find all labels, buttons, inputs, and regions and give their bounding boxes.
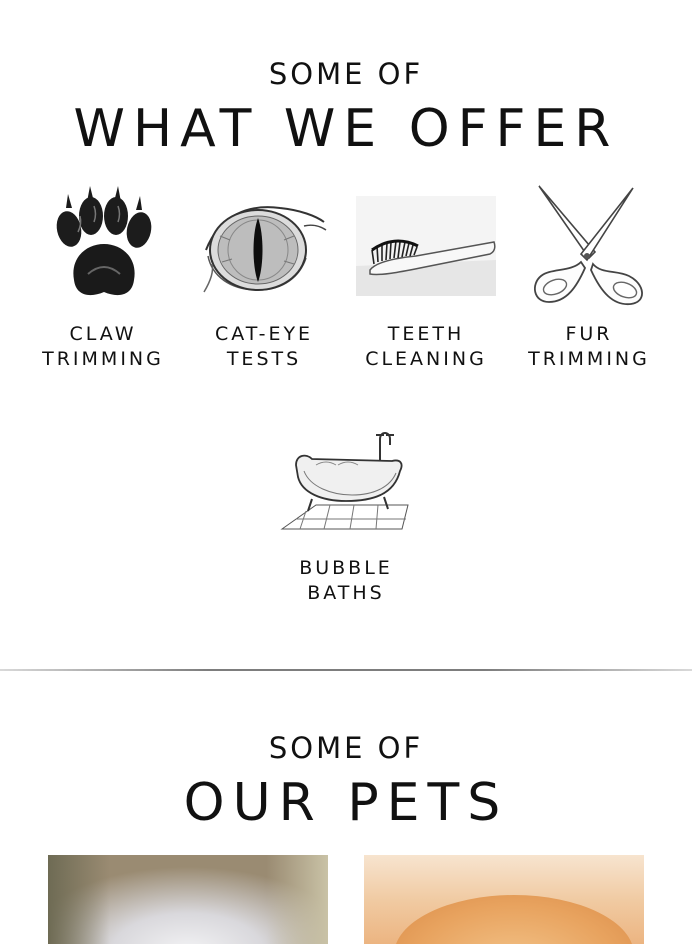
service-cat-eye-tests: CAT-EYE TESTS [184,182,344,372]
pets-kicker: SOME OF [268,731,424,765]
pets-heading: SOME OF OUR PETS [0,731,692,833]
offer-kicker: SOME OF [268,57,424,91]
service-bubble-baths: BUBBLE BATHS [266,416,426,606]
offer-heading: SOME OF WHAT WE OFFER [0,57,692,159]
service-claw-trimming: CLAW TRIMMING [23,182,183,372]
service-label: TEETH CLEANING [365,323,487,370]
pet-photo-orange-cat [364,855,644,944]
offer-title: WHAT WE OFFER [73,99,619,159]
pet-photo-white-kitten [48,855,328,944]
bathtub-icon [276,416,416,544]
service-label: CLAW TRIMMING [42,323,164,370]
section-divider [0,669,692,671]
service-label: FUR TRIMMING [528,323,650,370]
service-label: CAT-EYE TESTS [214,323,314,370]
scissors-icon [519,182,659,310]
service-label: BUBBLE BATHS [299,557,393,604]
toothbrush-icon [356,182,496,310]
cat-eye-icon [194,182,334,310]
service-teeth-cleaning: TEETH CLEANING [346,182,506,372]
service-fur-trimming: FUR TRIMMING [509,182,669,372]
pets-title: OUR PETS [183,773,509,833]
page: SOME OF WHAT WE OFFER CLAW TRIMMING CAT-… [0,0,692,944]
paw-icon [33,182,173,310]
